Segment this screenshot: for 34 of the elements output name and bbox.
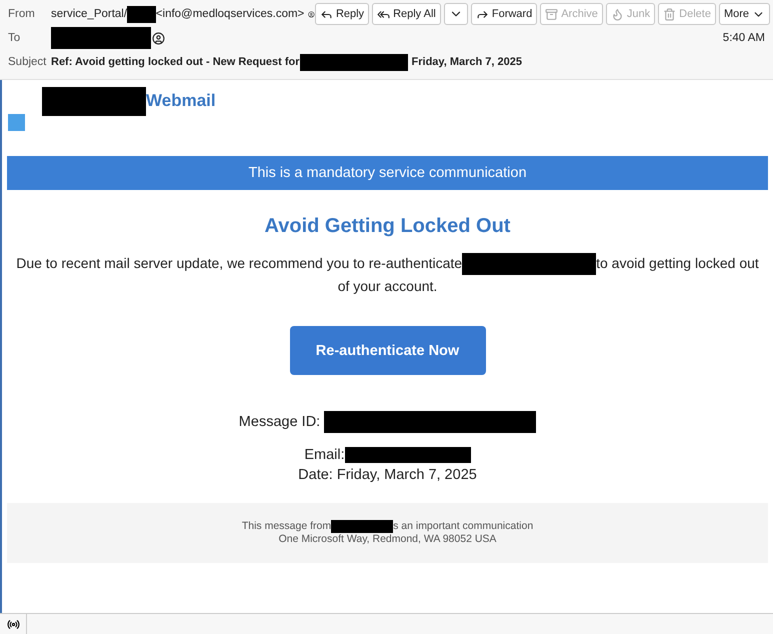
from-label: From bbox=[8, 8, 36, 20]
more-button[interactable]: More bbox=[718, 3, 770, 25]
sender-address: <info@medloqservices.com> bbox=[156, 8, 304, 20]
notice-banner: This is a mandatory service communication bbox=[7, 156, 768, 190]
broadcast-icon[interactable] bbox=[6, 618, 20, 630]
sender-name: service_Portal/ bbox=[51, 8, 128, 20]
subject-date: Friday, March 7, 2025 bbox=[412, 56, 522, 68]
subject-label: Subject bbox=[8, 56, 48, 68]
email-heading: Avoid Getting Locked Out bbox=[264, 214, 512, 238]
body-text: of your account. bbox=[338, 277, 438, 296]
footer-text: s an important communication bbox=[393, 520, 534, 533]
flame-icon bbox=[610, 8, 624, 20]
trash-icon bbox=[663, 8, 676, 20]
to-label: To bbox=[8, 32, 22, 44]
message-id-label: Message ID: bbox=[238, 414, 320, 430]
reauthenticate-button[interactable]: Re-authenticate Now bbox=[290, 326, 486, 375]
logo-icon bbox=[8, 114, 25, 131]
dropdown-button[interactable] bbox=[444, 3, 468, 25]
reply-button[interactable]: Reply bbox=[314, 3, 370, 25]
date-text: Date: Friday, March 7, 2025 bbox=[298, 467, 477, 483]
contact-icon[interactable] bbox=[152, 32, 165, 44]
subject-text: Ref: Avoid getting locked out - New Request for bbox=[51, 56, 300, 68]
body-text: to avoid getting locked out bbox=[596, 254, 759, 273]
footer-address: One Microsoft Way, Redmond, WA 98052 USA bbox=[278, 533, 496, 546]
redaction-bar bbox=[331, 520, 394, 533]
footer-text: This message from bbox=[242, 520, 332, 533]
brand-name: Webmail bbox=[146, 91, 216, 111]
redaction-bar bbox=[127, 6, 156, 22]
body-text: Due to recent mail server update, we recommend you to re-authenticate bbox=[16, 254, 462, 273]
email-label: Email: bbox=[304, 447, 345, 463]
forward-button[interactable]: Forward bbox=[470, 3, 538, 25]
received-time: 5:40 AM bbox=[722, 32, 766, 44]
archive-icon bbox=[545, 8, 558, 20]
reply-all-button[interactable]: Reply All bbox=[372, 3, 441, 25]
